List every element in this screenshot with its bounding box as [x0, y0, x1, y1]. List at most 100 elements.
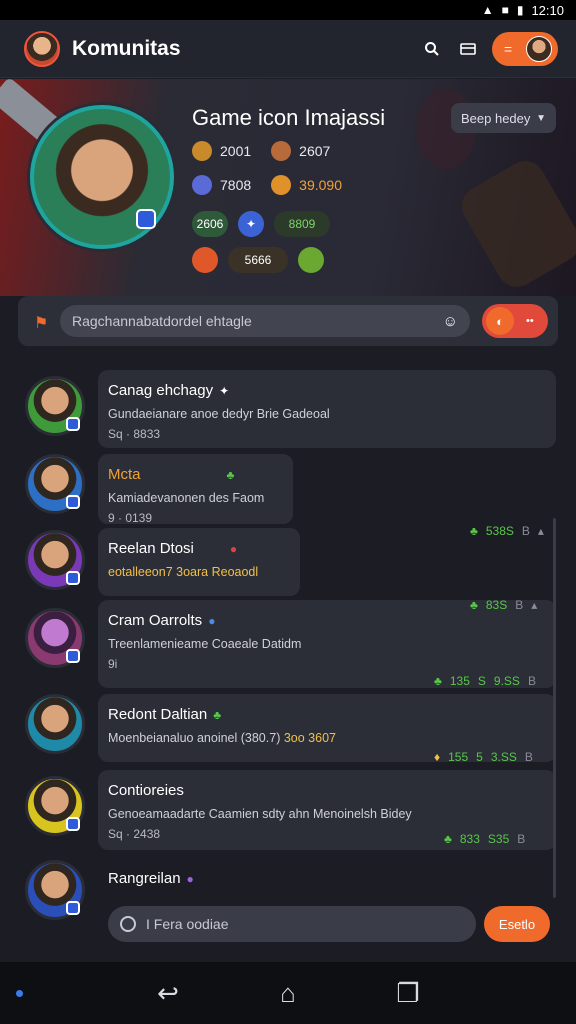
filter-dropdown[interactable]: Beep hedey ▼	[451, 103, 556, 133]
leaf-icon: ♣	[434, 674, 442, 688]
item-subtitle: Kamiadevanonen des Faom	[108, 491, 265, 505]
meta-row: ♣ 833 S35 B	[444, 832, 525, 846]
search-placeholder: Ragchannabatdordel ehtagle	[72, 313, 252, 329]
leaf-icon: ♣	[444, 832, 452, 846]
member-avatar[interactable]	[25, 776, 85, 836]
item-title: Canag ehchagy	[108, 382, 214, 399]
list-item[interactable]: Reelan Dtosi ● eotalleeon7 3oara Reoaodl	[98, 528, 300, 596]
meta-value: 155	[448, 750, 469, 764]
chips-row: 2606 ✦ 8809	[192, 211, 330, 237]
flag-icon[interactable]: ⚑	[34, 313, 50, 332]
signal-icon: ■	[501, 3, 509, 17]
meta-value: 833	[459, 832, 480, 846]
badge-icon	[66, 417, 80, 431]
profile-avatar-large[interactable]	[30, 105, 174, 249]
stat-coins: 2001	[192, 141, 251, 161]
member-avatar[interactable]	[25, 376, 85, 436]
item-subtitle: eotalleeon7	[108, 565, 173, 579]
meta-value: 538S	[485, 524, 514, 538]
bg-art	[454, 153, 576, 295]
chip-level[interactable]: 2606	[192, 211, 228, 237]
profile-menu-button[interactable]: =	[492, 31, 558, 66]
meta-row: ♣ 135 S 9.SS B	[434, 674, 536, 688]
dropdown-label: Beep hedey	[461, 110, 531, 126]
more-icon: ••	[526, 315, 534, 327]
user-avatar[interactable]	[24, 30, 60, 67]
status-bar: ▲ ■ ▮ 12:10	[0, 0, 576, 20]
chip-points[interactable]: 5666	[228, 247, 288, 273]
chevron-up-icon: ▴	[537, 524, 544, 538]
badge-icon	[66, 571, 80, 585]
app-screen: ▲ ■ ▮ 12:10 Komunitas = Game icon Imajas…	[0, 0, 576, 1024]
item-subtitle-2: 3oara Reoaodl	[176, 565, 259, 579]
chevron-down-icon: ▼	[536, 112, 546, 124]
item-subtitle-2: 3oo 3607	[283, 731, 336, 745]
indicator-dot	[16, 990, 23, 997]
menu-icon: =	[504, 40, 513, 57]
item-subtitle: Gundaeianare anoe dedyr Brie Gadeoal	[108, 407, 330, 421]
badge-icon	[66, 817, 80, 831]
toggle-knob-icon: ◐	[486, 307, 514, 335]
stat-value: 2001	[220, 143, 252, 159]
stat-trophy: 2607	[271, 141, 330, 161]
meta-row: ♣ 538S B ▴	[470, 524, 544, 538]
item-subtitle: Treenlamenieame Coaeale Datidm	[108, 637, 302, 651]
search-bar: ⚑ Ragchannabatdordel ehtagle ☺ ◐ ••	[18, 296, 558, 346]
status-time: 12:10	[531, 2, 564, 18]
card-icon[interactable]	[454, 35, 482, 63]
meta-row: ♦ 155 5 3.SS B	[434, 750, 533, 764]
list-item[interactable]: Canag ehchagy ✦ Gundaeianare anoe dedyr B…	[98, 370, 556, 448]
app-title: Komunitas	[72, 36, 181, 60]
stat-fire: 39.090	[271, 175, 342, 195]
search-icon[interactable]	[418, 35, 446, 63]
chip-badge-icon[interactable]	[192, 247, 218, 273]
message-placeholder: I Fera oodiae	[146, 916, 229, 932]
toggle-button[interactable]: ◐ ••	[482, 304, 548, 338]
list-item[interactable]: Mcta ♣ Kamiadevanonen des Faom 9 · 0139	[98, 454, 293, 525]
item-subtitle: Moenbeianaluo anoinel (380.7)	[108, 731, 281, 745]
battery-icon: ▮	[516, 3, 524, 17]
chip-points-value: 5666	[244, 253, 272, 267]
chip-score[interactable]: 8809	[274, 211, 330, 237]
chat-icon: ●	[208, 613, 216, 628]
home-icon[interactable]: ⌂	[268, 978, 308, 1009]
badge-icon	[66, 901, 80, 915]
chip-leaf-icon[interactable]	[298, 247, 324, 273]
member-avatar[interactable]	[25, 608, 85, 668]
chip-star[interactable]: ✦	[238, 211, 264, 237]
item-title: Redont Daltian	[108, 706, 208, 723]
verified-badge-icon	[136, 209, 156, 229]
sparkle-icon: ✦	[219, 383, 230, 398]
leaf-icon: ♣	[470, 598, 478, 612]
system-nav-bar: ↩ ⌂ ❐	[0, 962, 576, 1024]
member-avatar[interactable]	[25, 454, 85, 514]
back-icon[interactable]: ↩	[148, 978, 188, 1009]
member-avatar[interactable]	[25, 530, 85, 590]
item-title: Reelan Dtosi	[108, 540, 194, 557]
chip-score-value: 8809	[288, 217, 316, 231]
send-button[interactable]: Esetlo	[484, 906, 550, 942]
member-avatar[interactable]	[25, 860, 85, 920]
scrollbar[interactable]	[553, 518, 556, 898]
list-item-title-row[interactable]: Rangreilan ●	[108, 870, 194, 887]
search-input[interactable]: Ragchannabatdordel ehtagle ☺	[60, 305, 470, 337]
trophy-icon	[271, 141, 292, 161]
stat-value: 7808	[220, 177, 252, 193]
item-subtitle: Genoeamaadarte Caamien sdty ahn Menoinel…	[108, 807, 412, 821]
meta-value: 83S	[485, 598, 508, 612]
message-input[interactable]: I Fera oodiae	[108, 906, 476, 942]
smiley-icon[interactable]: ☺	[443, 313, 458, 330]
stat-value: 2607	[299, 143, 331, 159]
app-bar: Komunitas =	[0, 20, 576, 78]
emoji-icon[interactable]	[120, 916, 136, 932]
item-meta: 9i	[108, 657, 118, 671]
wifi-icon: ▲	[481, 3, 494, 17]
item-title: Contioreies	[108, 782, 184, 799]
chips-row: 5666	[192, 247, 324, 273]
community-list: Canag ehchagy ✦ Gundaeianare anoe dedyr B…	[0, 362, 576, 962]
item-meta: 9 · 0139	[108, 511, 153, 525]
recents-icon[interactable]: ❐	[388, 978, 428, 1009]
meta-row: ♣ 83S B ▴	[470, 598, 537, 612]
leaf-icon: ♣	[213, 707, 222, 722]
member-avatar[interactable]	[25, 694, 85, 754]
